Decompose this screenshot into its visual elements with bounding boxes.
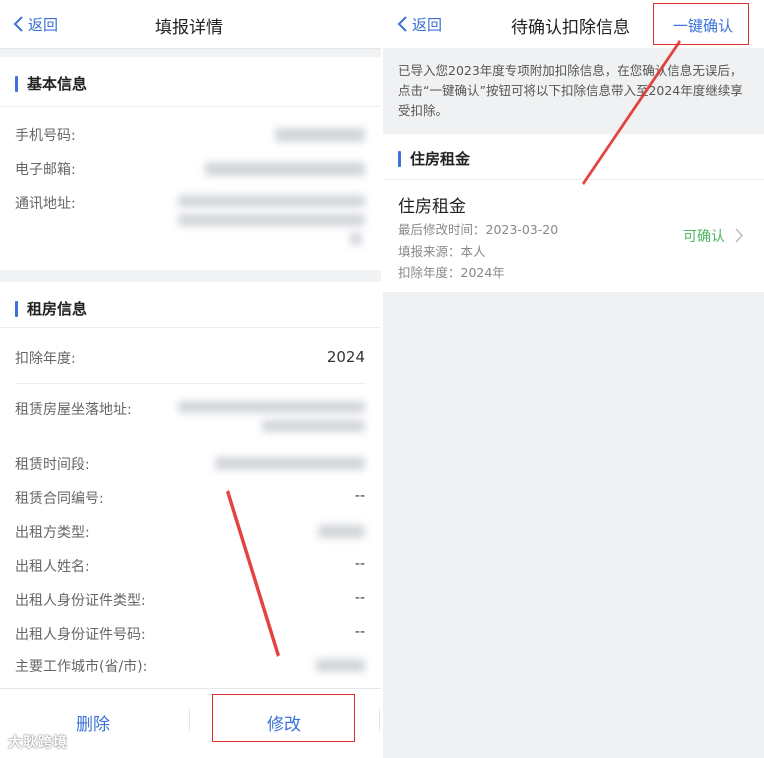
annotation-arrow (226, 490, 280, 657)
watermark: 大耿跨境 (8, 735, 68, 751)
right-screen: 返回 待确认扣除信息 一键确认 已导入您2023年度专项附加扣除信息，在您确认信… (383, 0, 764, 758)
annotation-arrow (582, 40, 681, 185)
left-screen: 返回 填报详情 基本信息 手机号码: 电子邮箱: 通讯地址: 租房信息 扣除年度… (0, 0, 381, 758)
